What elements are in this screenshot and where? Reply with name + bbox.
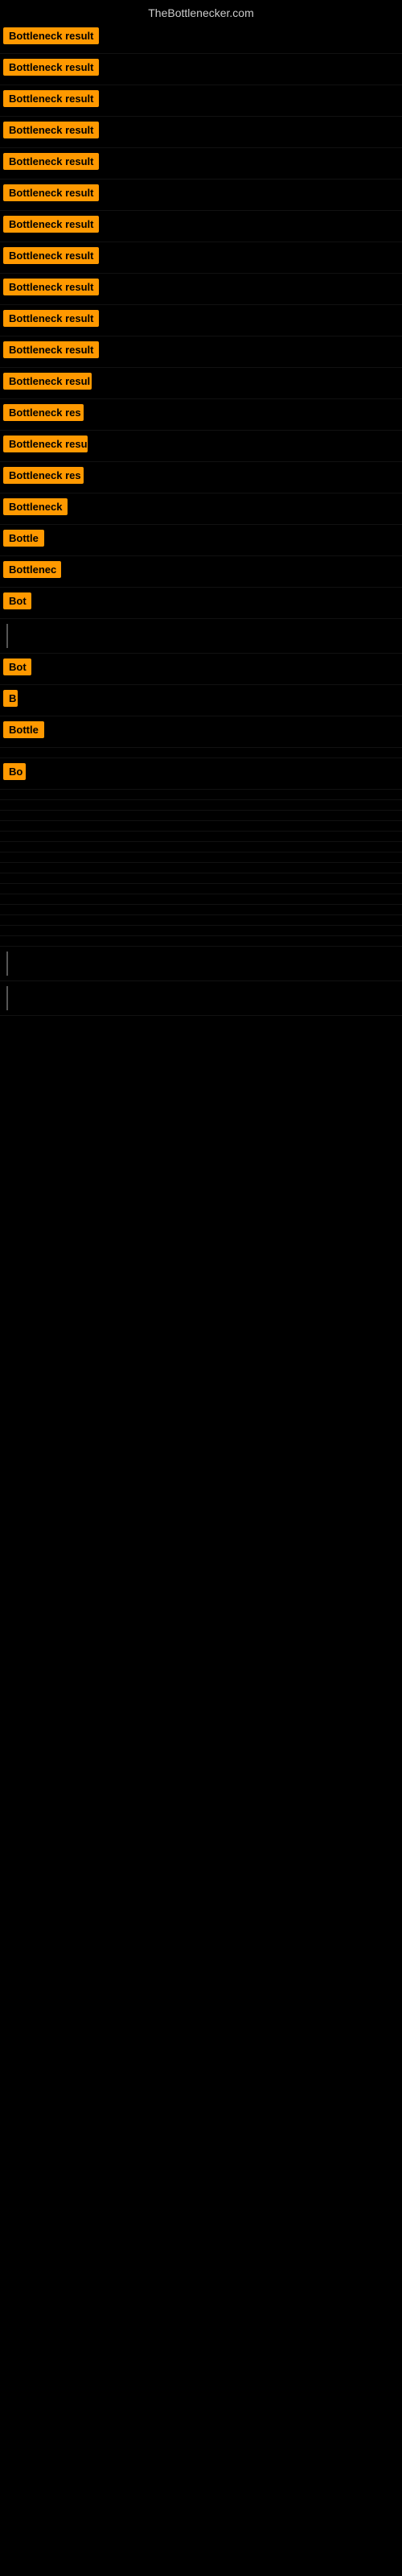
bottleneck-badge: Bottleneck <box>3 498 68 515</box>
bottleneck-badge: Bottleneck result <box>3 247 99 264</box>
list-item: Bottleneck result <box>0 85 402 117</box>
list-item <box>0 947 402 981</box>
list-item <box>0 790 402 800</box>
list-item: Bottleneck <box>0 493 402 525</box>
bottleneck-badge: Bottle <box>3 721 44 738</box>
vertical-bar-icon <box>6 986 8 1010</box>
list-item <box>0 842 402 852</box>
list-item: Bottleneck result <box>0 274 402 305</box>
list-item: Bottleneck resu <box>0 431 402 462</box>
list-item <box>0 981 402 1016</box>
list-item <box>0 915 402 926</box>
list-item: Bottleneck result <box>0 54 402 85</box>
bottleneck-badge: Bottleneck resul <box>3 373 92 390</box>
list-item: Bottlenec <box>0 556 402 588</box>
list-item <box>0 936 402 947</box>
bottleneck-badge: Bottleneck resu <box>3 436 88 452</box>
list-item <box>0 832 402 842</box>
bottleneck-badge: Bottleneck result <box>3 341 99 358</box>
bottleneck-badge: Bottleneck res <box>3 404 84 421</box>
bottleneck-badge: B <box>3 690 18 707</box>
list-item: Bottle <box>0 716 402 748</box>
list-item: Bottleneck result <box>0 305 402 336</box>
bottleneck-badge: Bottleneck result <box>3 90 99 107</box>
list-item: Bot <box>0 588 402 619</box>
list-item <box>0 894 402 905</box>
bottleneck-badge: Bottleneck result <box>3 184 99 201</box>
site-title: TheBottlenecker.com <box>0 0 402 23</box>
list-item <box>0 800 402 811</box>
list-item: Bottleneck res <box>0 399 402 431</box>
list-item: Bottleneck result <box>0 23 402 54</box>
list-item <box>0 748 402 758</box>
list-item: Bottleneck result <box>0 180 402 211</box>
bottleneck-badge: Bottleneck res <box>3 467 84 484</box>
list-item <box>0 873 402 884</box>
list-item <box>0 905 402 915</box>
list-item: Bottleneck res <box>0 462 402 493</box>
bottleneck-badge: Bot <box>3 658 31 675</box>
bottleneck-badge: Bo <box>3 763 26 780</box>
list-item: Bot <box>0 654 402 685</box>
list-item: Bottleneck resul <box>0 368 402 399</box>
list-item: Bottleneck result <box>0 117 402 148</box>
list-item: Bottleneck result <box>0 211 402 242</box>
bottleneck-badge: Bottleneck result <box>3 59 99 76</box>
list-item <box>0 863 402 873</box>
list-item <box>0 884 402 894</box>
list-item: B <box>0 685 402 716</box>
bottleneck-badge: Bot <box>3 592 31 609</box>
list-item <box>0 852 402 863</box>
bottleneck-badge: Bottleneck result <box>3 279 99 295</box>
bottleneck-badge: Bottlenec <box>3 561 61 578</box>
list-item <box>0 926 402 936</box>
bottleneck-badge: Bottle <box>3 530 44 547</box>
list-item: Bottleneck result <box>0 242 402 274</box>
bottleneck-badge: Bottleneck result <box>3 216 99 233</box>
bottleneck-badge: Bottleneck result <box>3 122 99 138</box>
list-item: Bottle <box>0 525 402 556</box>
list-item: Bottleneck result <box>0 336 402 368</box>
list-item: Bo <box>0 758 402 790</box>
bottleneck-badge: Bottleneck result <box>3 153 99 170</box>
vertical-bar-icon <box>6 624 8 648</box>
vertical-bar-icon <box>6 952 8 976</box>
list-item <box>0 821 402 832</box>
list-item <box>0 811 402 821</box>
bottleneck-badge: Bottleneck result <box>3 27 99 44</box>
list-item: Bottleneck result <box>0 148 402 180</box>
bottleneck-badge: Bottleneck result <box>3 310 99 327</box>
list-item <box>0 619 402 654</box>
